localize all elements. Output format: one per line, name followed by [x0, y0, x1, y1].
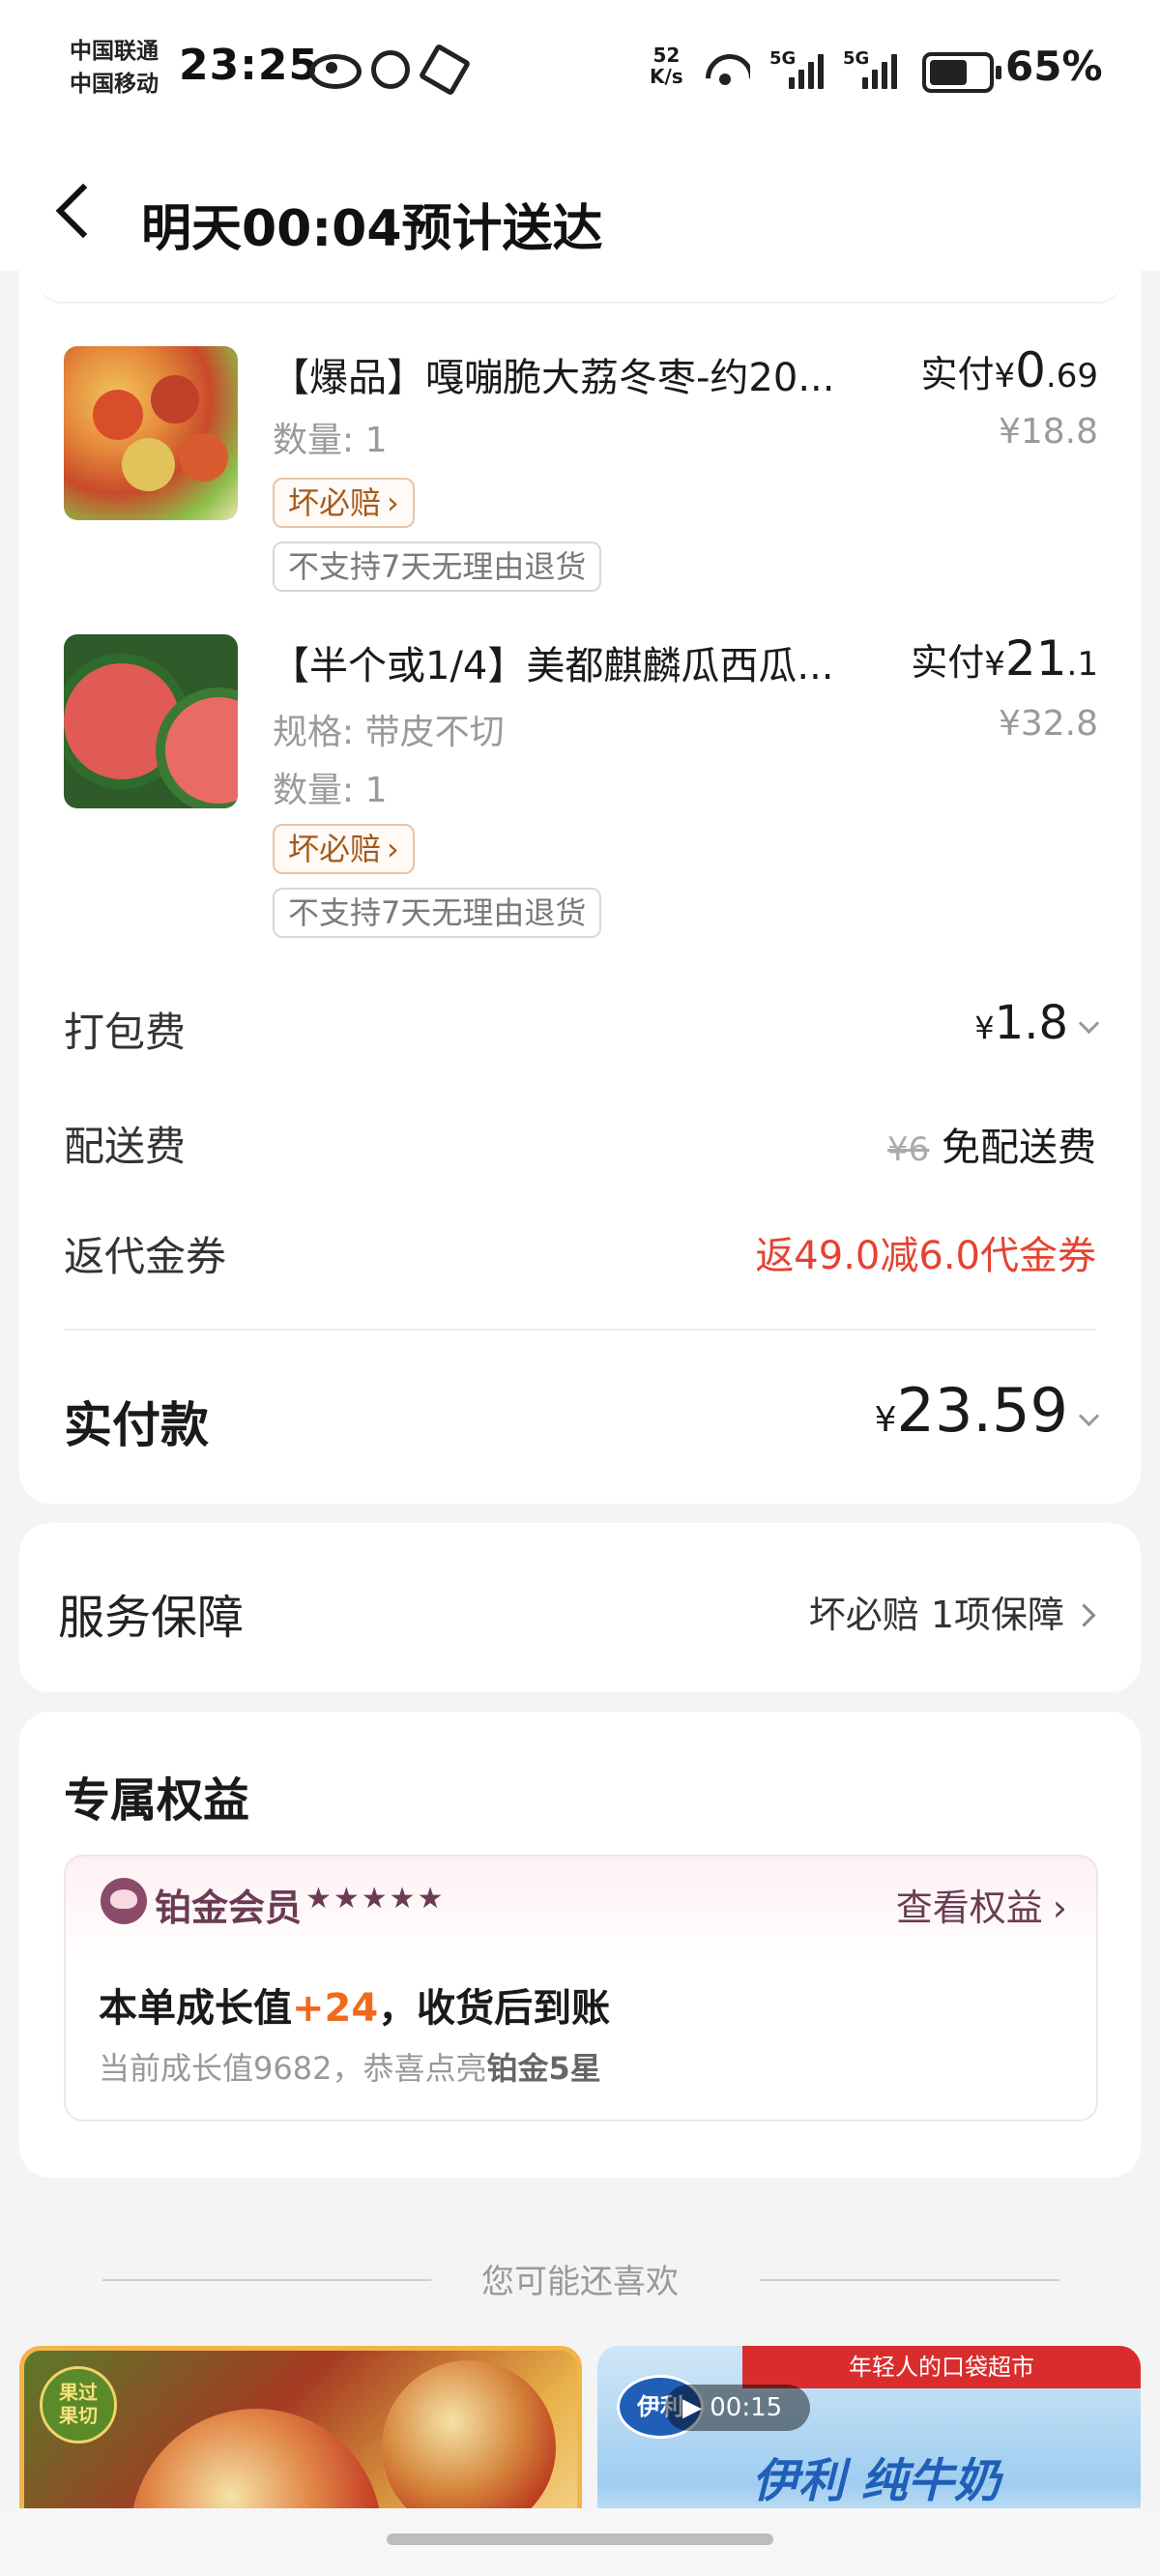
- total-label: 实付款: [64, 1397, 209, 1453]
- compensation-badge-label: 坏必赔: [288, 484, 382, 521]
- status-bar: 中国联通 中国移动 23:25 52 K/s 5G 5G 65%: [0, 0, 1160, 145]
- signal-5g-1-icon: 5G: [769, 48, 824, 89]
- growth-value: +24: [292, 1986, 379, 2031]
- carrier-2: 中国移动: [70, 72, 159, 97]
- current-growth-prefix: 当前成长值9682，恭喜点亮: [99, 2050, 487, 2087]
- current-growth-line: 当前成长值9682，恭喜点亮铂金5星: [99, 2044, 601, 2089]
- divider-right: [760, 2279, 1059, 2281]
- jujube-product-image[interactable]: [64, 346, 238, 520]
- delivery-fee-value: ¥6 免配送费: [887, 1116, 1096, 1172]
- carrier-1: 中国联通: [70, 39, 159, 64]
- order-item[interactable]: 【半个或1/4】美都麒麟瓜西瓜... 规格: 带皮不切 数量: 1 坏必赔 › 不…: [64, 630, 1098, 944]
- current-growth-level: 铂金5星: [486, 2050, 601, 2087]
- growth-suffix: ，收货后到账: [378, 1986, 611, 2031]
- net-speed-value: 52: [652, 44, 681, 67]
- compensation-badge-label: 坏必赔: [288, 831, 382, 867]
- no-return-badge: 不支持7天无理由退货: [273, 542, 602, 592]
- product-spec: 规格: 带皮不切: [273, 713, 505, 752]
- member-panel: 铂金会员 ★★★★★ 查看权益 › 本单成长值+24，收货后到账 当前成长值968…: [64, 1855, 1098, 2122]
- service-value-text: 坏必赔 1项保障: [808, 1594, 1064, 1636]
- packing-fee-value[interactable]: ¥1.8: [974, 996, 1100, 1050]
- chevron-right-icon: ›: [387, 484, 399, 521]
- package-icon: [418, 43, 472, 97]
- product-name[interactable]: 【爆品】嘎嘣脆大荔冬枣-约20...: [271, 346, 928, 402]
- view-benefits-label: 查看权益: [895, 1887, 1043, 1929]
- no-return-badge: 不支持7天无理由退货: [273, 888, 602, 938]
- brand-tag-line1: 果过: [59, 2381, 98, 2404]
- net-speed: 52 K/s: [650, 44, 683, 87]
- platinum-member-icon: [101, 1878, 147, 1924]
- member-stars: ★★★★★: [305, 1882, 446, 1916]
- voucher-label: 返代金券: [64, 1233, 227, 1280]
- original-price: ¥18.8: [998, 412, 1098, 452]
- paid-int: 0: [1015, 342, 1046, 398]
- promo-banner: 年轻人的口袋超市: [742, 2346, 1141, 2388]
- delivery-fee-label: 配送费: [64, 1123, 187, 1170]
- brand-tag-line2: 果切: [59, 2404, 98, 2427]
- signal-5g-2-icon: 5G: [843, 48, 897, 89]
- service-label: 服务保障: [58, 1591, 245, 1645]
- divider: [64, 1329, 1096, 1331]
- service-card[interactable]: 服务保障 坏必赔 1项保障: [19, 1523, 1141, 1692]
- chevron-down-icon: [1078, 1012, 1100, 1035]
- play-icon: ▶: [682, 2393, 702, 2422]
- alarm-icon: [371, 50, 410, 89]
- paid-dec: .1: [1066, 645, 1098, 684]
- home-indicator[interactable]: [387, 2533, 773, 2545]
- service-value: 坏必赔 1项保障: [808, 1585, 1096, 1638]
- chevron-right-icon: [1072, 1603, 1096, 1627]
- benefits-title: 专属权益: [64, 1773, 250, 1828]
- paid-label: 实付: [920, 353, 995, 395]
- product-quantity: 数量: 1: [273, 771, 388, 810]
- packing-amount: 1.8: [994, 996, 1068, 1050]
- total-currency: ¥: [874, 1400, 897, 1440]
- compensation-badge[interactable]: 坏必赔 ›: [273, 478, 415, 528]
- order-item[interactable]: 【爆品】嘎嘣脆大荔冬枣-约20... 数量: 1 坏必赔 › 不支持7天无理由退货…: [64, 342, 1098, 598]
- page-title: 明天00:04预计送达: [141, 200, 603, 258]
- product-quantity: 数量: 1: [273, 421, 388, 460]
- clock: 23:25: [179, 41, 320, 90]
- paid-price: 实付¥0.69: [920, 342, 1098, 398]
- card-top-edge: [39, 273, 1121, 304]
- voucher-value: 返49.0减6.0代金券: [755, 1234, 1096, 1278]
- packing-currency: ¥: [974, 1010, 995, 1046]
- delivery-fee-original: ¥6: [887, 1130, 930, 1169]
- growth-prefix: 本单成长值: [99, 1986, 292, 2031]
- product-name[interactable]: 【半个或1/4】美都麒麟瓜西瓜...: [271, 634, 928, 690]
- battery-icon: [922, 52, 1001, 93]
- original-price: ¥32.8: [998, 704, 1098, 744]
- chevron-right-icon: ›: [387, 831, 399, 867]
- packing-fee-label: 打包费: [64, 1009, 187, 1056]
- wifi-icon: [706, 48, 750, 93]
- video-badge[interactable]: ▶ 00:15: [665, 2385, 810, 2431]
- paid-price: 实付¥21.1: [911, 630, 1098, 687]
- compensation-badge[interactable]: 坏必赔 ›: [273, 824, 415, 874]
- net-speed-unit: K/s: [650, 65, 683, 88]
- paid-label: 实付: [911, 641, 985, 684]
- paid-int: 21: [1004, 630, 1067, 687]
- delivery-fee-free: 免配送费: [942, 1126, 1096, 1170]
- total-amount[interactable]: ¥23.59: [874, 1375, 1100, 1446]
- watermelon-product-image[interactable]: [64, 634, 238, 808]
- video-duration: 00:15: [710, 2393, 783, 2422]
- chevron-down-icon: [1078, 1405, 1100, 1427]
- currency-symbol: ¥: [984, 645, 1005, 684]
- growth-line: 本单成长值+24，收货后到账: [99, 1976, 610, 2033]
- currency-symbol: ¥: [994, 357, 1016, 395]
- paid-dec: .69: [1045, 357, 1098, 395]
- battery-percent: 65%: [1005, 43, 1103, 90]
- member-level: 铂金会员: [155, 1887, 303, 1929]
- total-value: 23.59: [896, 1375, 1069, 1446]
- chevron-right-icon: ›: [1052, 1887, 1067, 1929]
- eye-icon: [309, 54, 362, 89]
- benefits-card: 专属权益 铂金会员 ★★★★★ 查看权益 › 本单成长值+24，收货后到账 当前成…: [19, 1712, 1141, 2178]
- view-benefits-link[interactable]: 查看权益 ›: [896, 1878, 1067, 1931]
- brand-tag: 果过 果切: [40, 2366, 117, 2444]
- product-headline: 伊利 纯牛奶: [752, 2454, 1000, 2508]
